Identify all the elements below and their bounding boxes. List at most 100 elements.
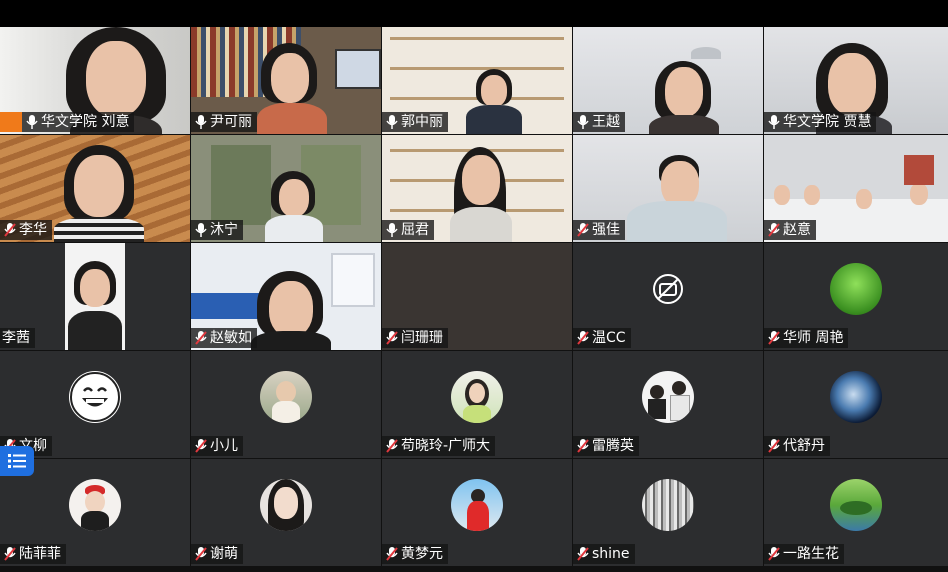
landscape-avatar bbox=[830, 478, 882, 531]
participant-label: 闫珊珊 bbox=[382, 328, 448, 348]
participant-label: 沐宁 bbox=[191, 220, 243, 240]
participant-name: 郭中丽 bbox=[401, 114, 443, 130]
mic-muted-icon bbox=[576, 222, 590, 238]
participant-label: 黄梦元 bbox=[382, 544, 448, 564]
mic-icon bbox=[25, 114, 39, 130]
mic-icon bbox=[194, 114, 208, 130]
participant-tile[interactable]: shine bbox=[573, 459, 763, 566]
participant-tile[interactable]: 沐宁 bbox=[191, 135, 381, 242]
participant-name: 赵敏如 bbox=[210, 330, 252, 346]
mic-muted-icon bbox=[3, 222, 17, 238]
participant-tile[interactable]: 李茜 bbox=[0, 243, 190, 350]
forest-avatar bbox=[642, 478, 694, 531]
mic-icon bbox=[576, 114, 590, 130]
participant-label: 李华 bbox=[0, 220, 52, 240]
mic-muted-icon bbox=[767, 438, 781, 454]
participant-tile[interactable]: 屈君 bbox=[382, 135, 572, 242]
participant-tile[interactable]: 温CC bbox=[573, 243, 763, 350]
participant-name: 陆菲菲 bbox=[19, 546, 61, 562]
participant-name: 华师 周艳 bbox=[783, 330, 844, 346]
photo-avatar bbox=[451, 370, 503, 423]
participant-label: 尹可丽 bbox=[191, 112, 257, 132]
participant-tile[interactable]: 文柳 bbox=[0, 351, 190, 458]
participant-tile[interactable]: 一路生花 bbox=[764, 459, 948, 566]
participant-tile[interactable]: 赵敏如 bbox=[191, 243, 381, 350]
participant-name: 李茜 bbox=[2, 330, 30, 346]
participant-name: 谢萌 bbox=[210, 546, 238, 562]
participant-name: 沐宁 bbox=[210, 222, 238, 238]
mic-muted-icon bbox=[385, 546, 399, 562]
participant-tile[interactable]: 苟晓玲-广师大 bbox=[382, 351, 572, 458]
list-menu-button[interactable] bbox=[0, 446, 34, 476]
participant-name: 雷腾英 bbox=[592, 438, 634, 454]
participant-tile[interactable]: 闫珊珊 bbox=[382, 243, 572, 350]
participant-label: 强佳 bbox=[573, 220, 625, 240]
earth-avatar bbox=[830, 370, 882, 423]
smiley-avatar bbox=[69, 370, 121, 423]
top-bar bbox=[0, 0, 948, 27]
participant-label: 郭中丽 bbox=[382, 112, 448, 132]
participant-name: 李华 bbox=[19, 222, 47, 238]
mic-muted-icon bbox=[767, 222, 781, 238]
participant-label: 李茜 bbox=[0, 328, 35, 348]
participant-name: 黄梦元 bbox=[401, 546, 443, 562]
participant-name: 强佳 bbox=[592, 222, 620, 238]
mic-muted-icon bbox=[767, 546, 781, 562]
participant-tile[interactable]: 郭中丽 bbox=[382, 27, 572, 134]
participant-name: shine bbox=[592, 546, 630, 562]
participant-tile[interactable]: 小儿 bbox=[191, 351, 381, 458]
participant-name: 赵意 bbox=[783, 222, 811, 238]
participant-tile[interactable]: 强佳 bbox=[573, 135, 763, 242]
grass-avatar bbox=[830, 262, 882, 315]
mic-muted-icon bbox=[576, 438, 590, 454]
participant-tile[interactable]: 李华 bbox=[0, 135, 190, 242]
participant-tile[interactable]: 尹可丽 bbox=[191, 27, 381, 134]
video-grid: 华文学院 刘意 尹可丽 郭中丽 王越 华文学院 贾慧 李华 沐宁 屈君 强佳 赵… bbox=[0, 27, 948, 572]
mic-muted-icon bbox=[385, 330, 399, 346]
photo-avatar bbox=[69, 478, 121, 531]
participant-label: 华师 周艳 bbox=[764, 328, 849, 348]
participant-name: 王越 bbox=[592, 114, 620, 130]
participant-tile[interactable]: 雷腾英 bbox=[573, 351, 763, 458]
participant-tile[interactable]: 华师 周艳 bbox=[764, 243, 948, 350]
participant-label: 屈君 bbox=[382, 220, 434, 240]
participant-label: 一路生花 bbox=[764, 544, 844, 564]
participant-label: 王越 bbox=[573, 112, 625, 132]
participant-name: 华文学院 贾慧 bbox=[783, 114, 872, 130]
participant-label: 华文学院 刘意 bbox=[22, 112, 135, 132]
participant-name: 华文学院 刘意 bbox=[41, 114, 130, 130]
participant-tile[interactable]: 赵意 bbox=[764, 135, 948, 242]
camera-off-icon bbox=[642, 263, 694, 315]
participant-label: 苟晓玲-广师大 bbox=[382, 436, 496, 456]
participant-label: 赵意 bbox=[764, 220, 816, 240]
participant-label: 谢萌 bbox=[191, 544, 243, 564]
mic-icon bbox=[767, 114, 781, 130]
list-icon bbox=[8, 454, 26, 468]
mic-icon bbox=[385, 222, 399, 238]
mic-icon bbox=[385, 114, 399, 130]
mic-muted-icon bbox=[194, 546, 208, 562]
participant-tile[interactable]: 华文学院 刘意 bbox=[0, 27, 190, 134]
participant-name: 屈君 bbox=[401, 222, 429, 238]
mic-muted-icon bbox=[767, 330, 781, 346]
participant-name: 闫珊珊 bbox=[401, 330, 443, 346]
host-icon bbox=[0, 112, 22, 132]
participant-tile[interactable]: 黄梦元 bbox=[382, 459, 572, 566]
photo-avatar bbox=[260, 370, 312, 423]
participant-label: 雷腾英 bbox=[573, 436, 639, 456]
participant-label: 华文学院 贾慧 bbox=[764, 112, 877, 132]
mic-icon bbox=[194, 222, 208, 238]
participant-name: 代舒丹 bbox=[783, 438, 825, 454]
mic-muted-icon bbox=[194, 330, 208, 346]
participant-tile[interactable]: 华文学院 贾慧 bbox=[764, 27, 948, 134]
participant-label: 小儿 bbox=[191, 436, 243, 456]
participant-label: 陆菲菲 bbox=[0, 544, 66, 564]
participant-label: shine bbox=[573, 544, 635, 564]
mic-muted-icon bbox=[576, 546, 590, 562]
participant-tile[interactable]: 谢萌 bbox=[191, 459, 381, 566]
participant-tile[interactable]: 代舒丹 bbox=[764, 351, 948, 458]
participant-tile[interactable]: 王越 bbox=[573, 27, 763, 134]
photo-avatar bbox=[642, 370, 694, 423]
mic-muted-icon bbox=[3, 546, 17, 562]
mic-muted-icon bbox=[385, 438, 399, 454]
